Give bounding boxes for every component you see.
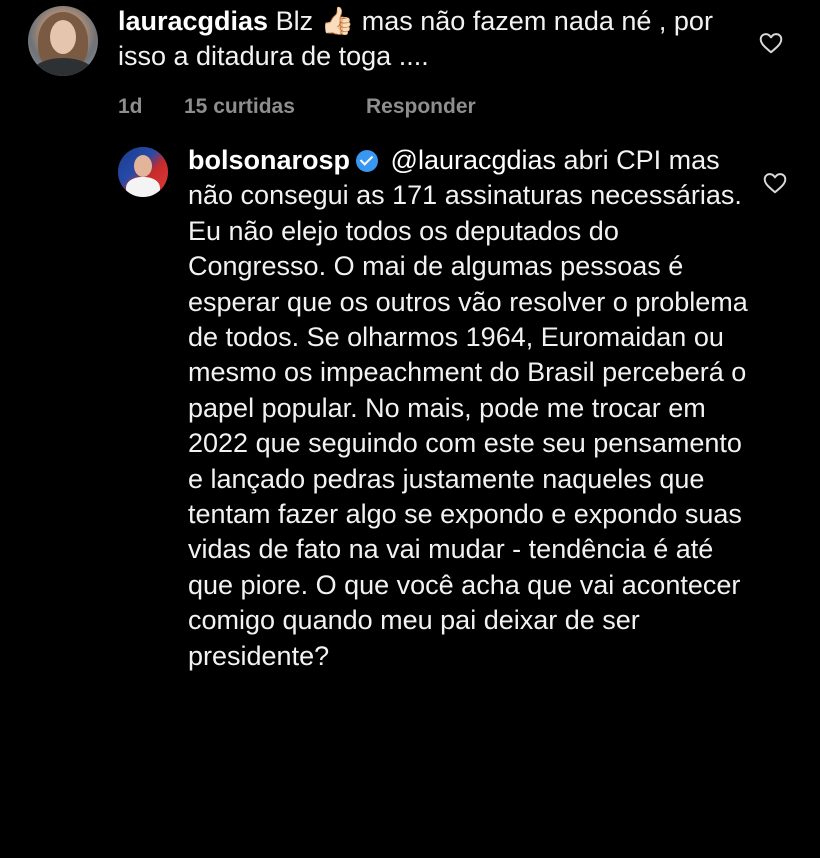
reply-mention[interactable]: @lauracgdias [391, 145, 557, 175]
comment-likes[interactable]: 15 curtidas [184, 95, 366, 119]
reply-button[interactable]: Responder [366, 95, 476, 119]
verified-badge-icon [356, 150, 379, 172]
comment-time: 1d [118, 95, 143, 118]
avatar-face [50, 20, 76, 54]
avatar-lauracgdias[interactable] [28, 6, 98, 76]
reply-username[interactable]: bolsonarosp [188, 145, 350, 175]
comment-lauracgdias: lauracgdias Blz 👍🏻 mas não fazem nada né… [0, 0, 820, 140]
reply-bolsonarosp: bolsonarosp @lauracgdias abri CPI mas nã… [0, 140, 820, 858]
comment-meta: 1d 15 curtidas Responder [118, 95, 476, 119]
like-heart-icon[interactable] [762, 170, 788, 196]
reply-body: bolsonarosp @lauracgdias abri CPI mas nã… [188, 143, 748, 674]
like-heart-icon[interactable] [758, 30, 784, 56]
avatar-face [134, 155, 152, 177]
avatar-body [126, 177, 160, 197]
comment-body: lauracgdias Blz 👍🏻 mas não fazem nada né… [118, 4, 758, 75]
comment-username[interactable]: lauracgdias [118, 6, 268, 36]
reply-text: abri CPI mas não consegui as 171 assinat… [188, 145, 748, 671]
avatar-bolsonarosp[interactable] [118, 147, 168, 197]
